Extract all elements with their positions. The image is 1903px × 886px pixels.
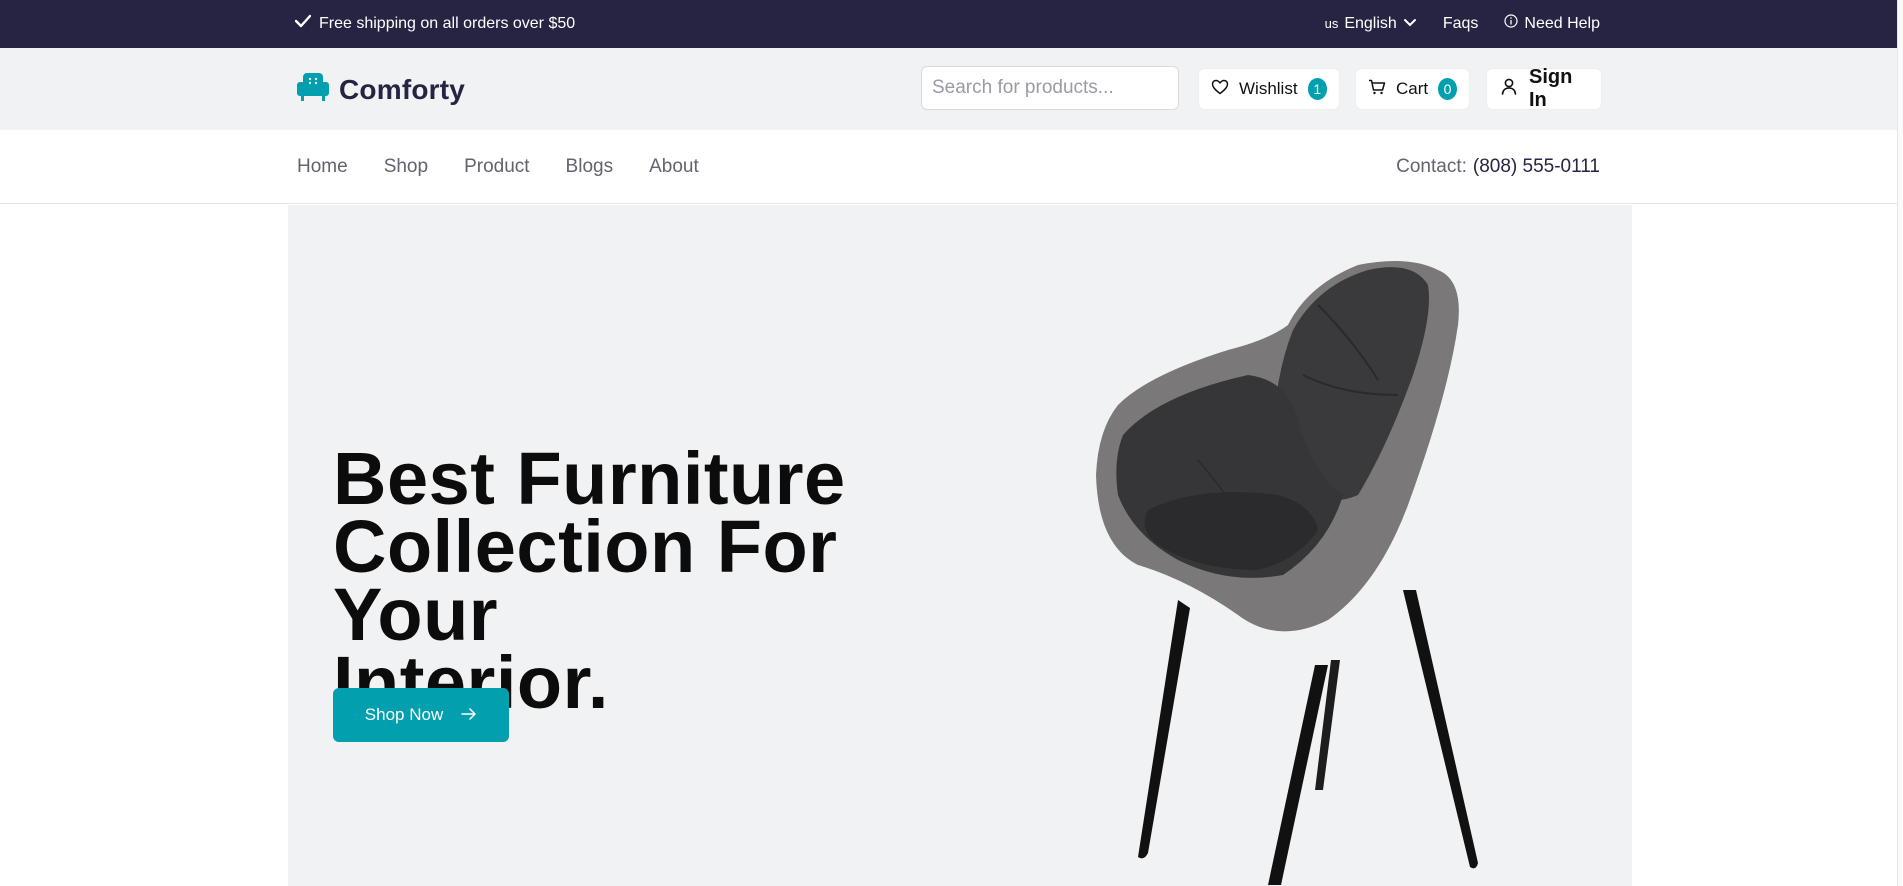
contact-phone[interactable]: (808) 555-0111 [1473,156,1600,177]
language-selector[interactable]: us English [1325,15,1417,33]
brand-logo[interactable]: Comforty [296,71,465,108]
contact-info: Contact: (808) 555-0111 [1396,156,1600,178]
arrow-right-icon [461,705,477,725]
hero-banner: Best Furniture Collection For Your Inter… [288,205,1632,886]
contact-label: Contact: [1396,156,1467,177]
nav-item-about[interactable]: About [649,156,699,178]
sign-in-label: Sign In [1529,66,1573,111]
check-icon [294,14,312,33]
nav-item-blogs[interactable]: Blogs [566,156,614,178]
cart-count-badge: 0 [1438,78,1457,100]
chevron-down-icon [1403,15,1417,33]
faqs-link[interactable]: Faqs [1443,15,1479,33]
nav-item-product[interactable]: Product [464,156,529,178]
need-help-label: Need Help [1524,14,1600,32]
wishlist-count-badge: 1 [1307,78,1327,100]
cart-button[interactable]: Cart 0 [1356,69,1469,109]
sign-in-button[interactable]: Sign In [1487,66,1601,111]
cart-icon [1368,79,1386,100]
armchair-product-image [1096,261,1478,885]
language-code: us [1324,16,1339,31]
heart-icon [1211,79,1229,100]
page-scrollbar[interactable] [1897,0,1903,886]
brand-name: Comforty [339,73,466,105]
shop-now-button[interactable]: Shop Now [333,688,509,742]
nav-item-home[interactable]: Home [297,156,348,178]
main-navigation: Home Shop Product Blogs About Contact: (8… [0,130,1897,204]
main-header: Comforty Wishlist 1 Cart 0 Sign In [0,48,1897,130]
top-announcement-bar: Free shipping on all orders over $50 us … [0,0,1897,48]
hero-heading-line-2: Collection For Your [333,505,838,656]
shop-now-label: Shop Now [364,705,444,724]
wishlist-label: Wishlist [1239,79,1298,98]
search-input[interactable] [921,66,1179,110]
language-label: English [1344,14,1397,32]
cart-label: Cart [1396,79,1429,98]
armchair-logo-icon [296,71,330,108]
need-help-link[interactable]: Need Help [1504,14,1600,33]
user-icon [1501,78,1517,100]
wishlist-button[interactable]: Wishlist 1 [1199,69,1339,109]
info-icon [1504,14,1518,33]
hero-heading: Best Furniture Collection For Your Inter… [333,442,1013,720]
nav-item-shop[interactable]: Shop [384,156,428,178]
shipping-notice: Free shipping on all orders over $50 [294,14,576,33]
shipping-text: Free shipping on all orders over $50 [319,14,576,32]
